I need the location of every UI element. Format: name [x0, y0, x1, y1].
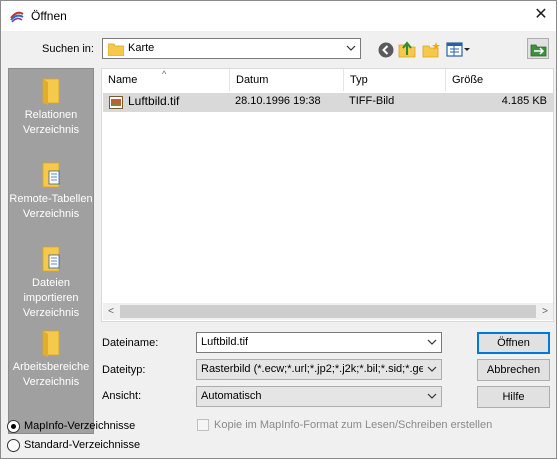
folder-icon [108, 43, 124, 56]
lookin-label: Suchen in: [42, 43, 94, 55]
radio-mapinfo-directories[interactable] [7, 420, 20, 433]
view-label: Ansicht: [102, 390, 142, 402]
mapinfo-app-icon [10, 11, 24, 23]
radio-standard-directories[interactable] [7, 439, 20, 452]
scroll-left-icon[interactable]: < [103, 304, 119, 319]
place-dateien-importieren[interactable]: Dateien importieren Verzeichnis [9, 245, 93, 321]
file-row[interactable]: Luftbild.tif 28.10.1996 19:38 TIFF-Bild … [103, 93, 553, 112]
view-value: Automatisch [201, 390, 262, 402]
column-header-size[interactable]: Größe [446, 69, 553, 91]
file-name: Luftbild.tif [128, 94, 180, 108]
filetype-value: Rasterbild (*.ecw;*.url;*.jp2;*.j2k;*.bi… [201, 363, 423, 375]
column-header-type[interactable]: Typ [344, 69, 446, 91]
places-bar: Relationen Verzeichnis Remote-Tabellen V… [8, 68, 94, 434]
close-icon: ✕ [534, 6, 548, 23]
file-type: TIFF-Bild [349, 95, 395, 107]
place-label: Dateien importieren Verzeichnis [22, 277, 80, 319]
title-bar: Öffnen ✕ [1, 1, 556, 31]
open-dialog: Öffnen ✕ Suchen in: Karte Relationen Ver… [0, 0, 557, 459]
chevron-down-icon [346, 45, 356, 51]
help-button[interactable]: Hilfe [477, 386, 550, 408]
up-folder-icon[interactable] [398, 40, 416, 58]
folder-document-icon [42, 246, 60, 272]
mapinfo-browse-icon [530, 44, 547, 57]
view-select[interactable]: Automatisch [196, 386, 442, 407]
copy-mapinfo-label: Kopie im MapInfo-Format zum Lesen/Schrei… [214, 419, 493, 431]
folder-icon [42, 78, 60, 105]
mapinfo-browse-button[interactable] [527, 38, 549, 59]
radio-standard-label: Standard-Verzeichnisse [24, 439, 141, 451]
filename-label: Dateiname: [102, 337, 159, 349]
view-menu-button[interactable] [446, 41, 472, 59]
place-label: Remote-Tabellen Verzeichnis [9, 193, 93, 220]
place-remote-tabellen[interactable]: Remote-Tabellen Verzeichnis [9, 161, 93, 222]
chevron-down-icon [427, 366, 437, 372]
filename-input[interactable]: Luftbild.tif [196, 332, 442, 353]
file-size: 4.185 KB [501, 95, 547, 107]
filetype-select[interactable]: Rasterbild (*.ecw;*.url;*.jp2;*.j2k;*.bi… [196, 359, 442, 380]
tiff-image-icon [109, 96, 123, 109]
window-title: Öffnen [31, 9, 67, 23]
column-header-name[interactable]: ^ Name [102, 69, 230, 91]
back-arrow-icon[interactable] [377, 41, 395, 59]
place-arbeitsbereiche[interactable]: Arbeitsbereiche Verzeichnis [9, 329, 93, 390]
place-relationen[interactable]: Relationen Verzeichnis [9, 77, 93, 138]
horizontal-scrollbar[interactable]: < > [103, 303, 553, 320]
place-label: Arbeitsbereiche Verzeichnis [12, 361, 90, 388]
scroll-right-icon[interactable]: > [537, 304, 553, 319]
radio-selected-dot [11, 424, 16, 429]
column-header-date[interactable]: Datum [230, 69, 344, 91]
filename-value: Luftbild.tif [201, 336, 249, 348]
folder-document-icon [42, 162, 60, 188]
filetype-label: Dateityp: [102, 364, 146, 376]
open-button[interactable]: Öffnen [477, 332, 550, 354]
lookin-value: Karte [128, 42, 155, 54]
folder-icon [42, 330, 60, 357]
place-label: Relationen Verzeichnis [22, 109, 80, 136]
radio-mapinfo-label: MapInfo-Verzeichnisse [24, 420, 136, 432]
cancel-button[interactable]: Abbrechen [477, 359, 550, 381]
new-folder-icon[interactable] [422, 41, 440, 59]
view-menu-icon [446, 42, 470, 57]
close-button[interactable]: ✕ [526, 1, 556, 31]
file-list[interactable]: ^ Name Datum Typ Größe Luftbild.tif 28.1… [101, 68, 554, 322]
chevron-down-icon [427, 393, 437, 399]
scrollbar-thumb[interactable] [120, 305, 536, 318]
sort-ascending-icon: ^ [162, 69, 167, 79]
copy-mapinfo-checkbox[interactable] [197, 419, 209, 431]
chevron-down-icon [427, 339, 437, 345]
lookin-combo[interactable]: Karte [102, 38, 361, 59]
file-date: 28.10.1996 19:38 [235, 95, 321, 107]
